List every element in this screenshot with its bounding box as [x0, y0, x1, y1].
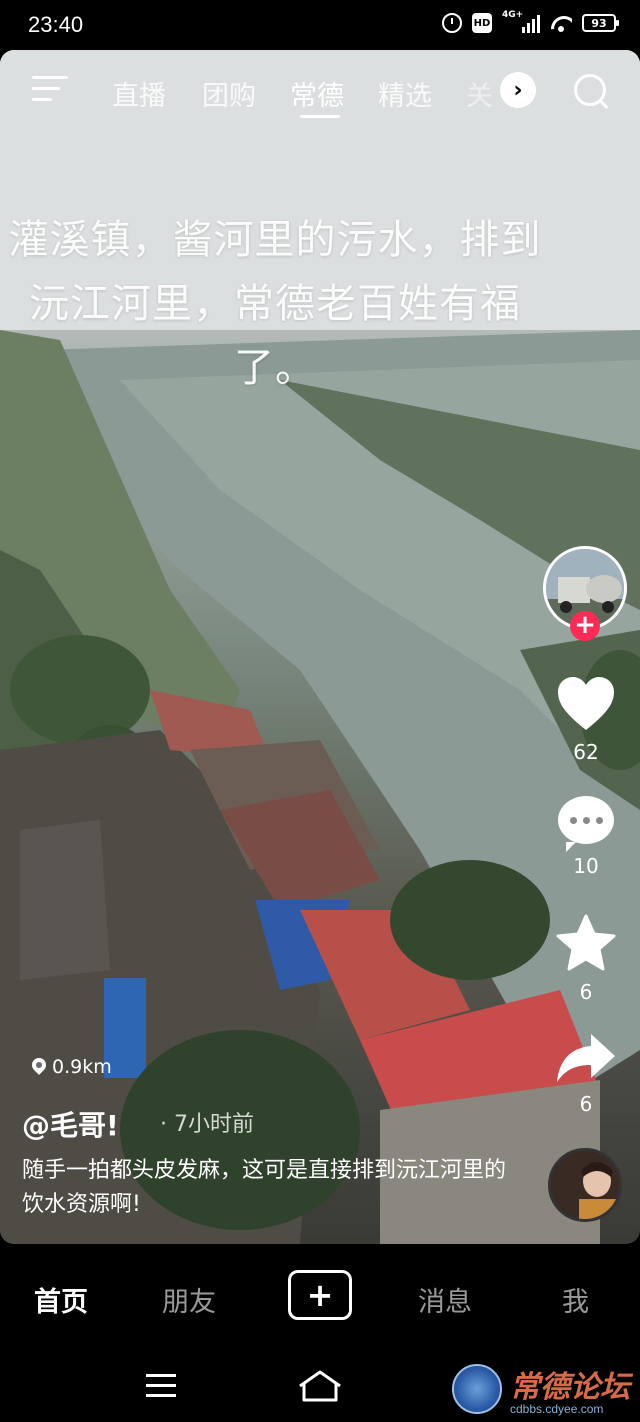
watermark-title: 常德论坛: [510, 1370, 630, 1405]
favorite-count: 6: [579, 980, 593, 1004]
comment-count: 10: [573, 854, 599, 878]
video-description[interactable]: 随手一拍都头皮发麻，这可是直接排到沅江河里的饮水资源啊!: [22, 1154, 522, 1222]
tab-live[interactable]: 直播: [112, 74, 166, 113]
top-nav: 直播 团购 常德 精选 关 ›: [0, 62, 640, 122]
active-tab-indicator: [300, 115, 340, 118]
forum-logo-icon: [452, 1364, 502, 1414]
star-icon: [556, 914, 616, 971]
share-count: 6: [579, 1092, 593, 1116]
comment-button[interactable]: 10: [548, 796, 624, 878]
share-button[interactable]: 6: [548, 1032, 624, 1116]
nav-friends[interactable]: 朋友: [162, 1280, 216, 1319]
tab-featured[interactable]: 精选: [378, 74, 432, 113]
like-button[interactable]: 62: [548, 676, 624, 764]
music-disc-avatar[interactable]: [548, 1148, 622, 1222]
tab-following[interactable]: 关: [466, 74, 493, 113]
nav-messages[interactable]: 消息: [418, 1280, 472, 1319]
location-tag[interactable]: 0.9km: [32, 1056, 112, 1078]
home-icon[interactable]: [298, 1370, 342, 1402]
tab-group-buy[interactable]: 团购: [202, 74, 256, 113]
battery-icon: 93: [582, 14, 619, 32]
heart-icon: [558, 677, 614, 730]
menu-icon[interactable]: [32, 74, 68, 104]
nav-home[interactable]: 首页: [34, 1280, 88, 1319]
author-name[interactable]: @毛哥!: [22, 1104, 119, 1144]
more-tabs-button[interactable]: ›: [500, 72, 536, 108]
bottom-nav: 首页 朋友 + 消息 我: [0, 1244, 640, 1352]
alarm-icon: [442, 13, 462, 33]
create-post-button[interactable]: +: [288, 1270, 352, 1320]
video-overlay-caption: 灌溪镇，酱河里的污水，排到沅江河里，常德老百姓有福了。: [8, 217, 542, 391]
recent-apps-icon[interactable]: [146, 1374, 176, 1398]
pin-icon: [32, 1058, 46, 1076]
favorite-button[interactable]: 6: [548, 914, 624, 1004]
system-nav-bar: 常德论坛 cdbbs.cdyee.com: [0, 1352, 640, 1422]
status-bar: 23:40 HD 4G+ 93: [0, 0, 640, 50]
status-time: 23:40: [28, 12, 84, 37]
hd-icon: HD: [472, 13, 492, 33]
post-time: · 7小时前: [160, 1112, 254, 1137]
signal-icon: 4G+: [502, 10, 540, 33]
network-type: 4G+: [502, 10, 524, 20]
nav-me[interactable]: 我: [562, 1280, 589, 1319]
wifi-icon: [550, 14, 572, 32]
location-distance: 0.9km: [52, 1056, 112, 1078]
follow-button[interactable]: +: [570, 611, 600, 641]
like-count: 62: [573, 740, 599, 764]
status-icons: HD 4G+ 93: [442, 10, 619, 33]
search-icon[interactable]: [572, 72, 612, 112]
comment-icon: [558, 796, 614, 852]
forum-watermark: 常德论坛 cdbbs.cdyee.com: [452, 1362, 630, 1416]
tab-changde[interactable]: 常德: [290, 74, 344, 113]
share-icon: [557, 1034, 615, 1082]
